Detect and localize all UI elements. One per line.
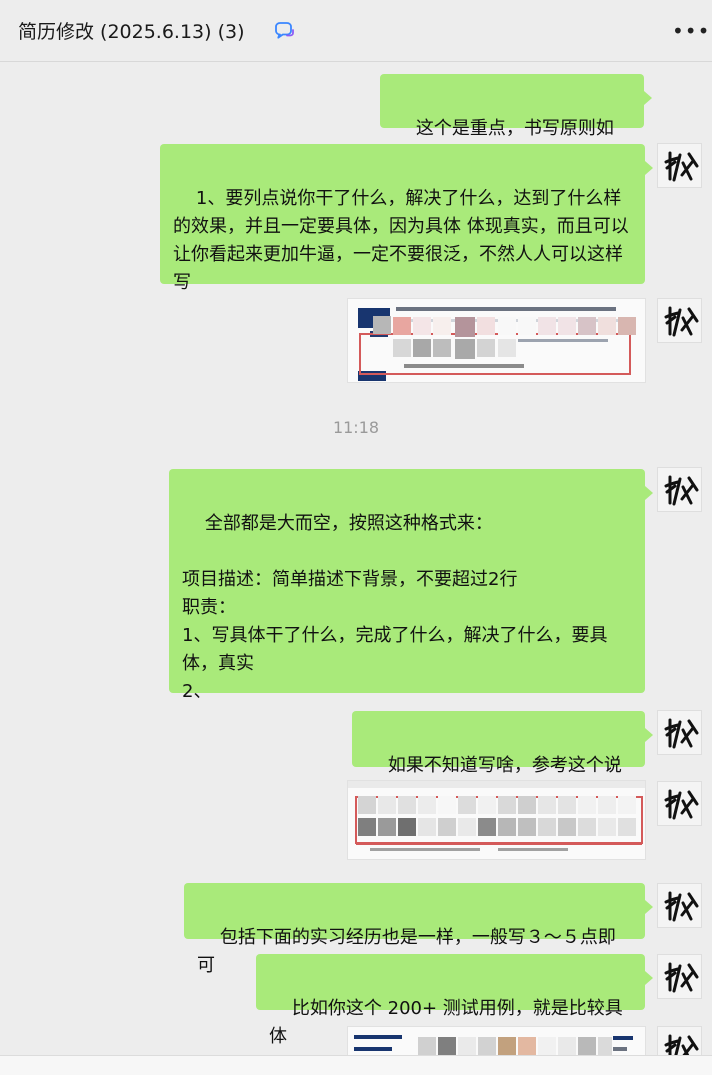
message-bubble[interactable]: 如果不知道写啥，参考这个说明 (352, 711, 653, 804)
chat-title: 简历修改 (2025.6.13) (3) (18, 18, 245, 46)
sender-avatar[interactable] (657, 883, 702, 928)
sender-avatar[interactable] (657, 781, 702, 826)
sender-avatar[interactable] (657, 467, 702, 512)
chat-title-bar: 简历修改 (2025.6.13) (3) ••• (0, 0, 712, 62)
sender-avatar[interactable] (657, 298, 702, 343)
sender-avatar[interactable] (657, 710, 702, 755)
chat-message-area[interactable]: 这个是重点，书写原则如下： 1、要列点说你干了什么，解决了什么，达到了什么样的效… (0, 62, 712, 1055)
message-text: 1、要列点说你干了什么，解决了什么，达到了什么样的效果，并且一定要具体，因为具体… (173, 188, 629, 293)
image-thumbnail[interactable] (347, 780, 646, 860)
image-thumbnail[interactable] (347, 298, 646, 383)
chat-bubble-icon[interactable] (272, 20, 296, 44)
message-text: 全部都是大而空，按照这种格式来： 项目描述：简单描述下背景，不要超过2行 职责：… (182, 513, 608, 702)
sender-avatar[interactable] (657, 954, 702, 999)
message-bubble[interactable]: 这个是重点，书写原则如下： (380, 74, 652, 167)
sender-avatar[interactable] (657, 1026, 702, 1055)
input-area-edge (0, 1055, 712, 1075)
message-bubble[interactable]: 1、要列点说你干了什么，解决了什么，达到了什么样的效果，并且一定要具体，因为具体… (160, 144, 653, 293)
message-bubble[interactable]: 包括下面的实习经历也是一样，一般写３～５点即可 (184, 883, 653, 976)
chat-member-count: (3) (217, 21, 245, 43)
message-bubble[interactable]: 比如你这个 200+ 测试用例，就是比较具体 (256, 954, 653, 1047)
more-horizontal-icon[interactable]: ••• (672, 21, 709, 41)
chat-title-text: 简历修改 (2025.6.13) (18, 21, 212, 43)
message-bubble[interactable]: 全部都是大而空，按照这种格式来： 项目描述：简单描述下背景，不要超过2行 职责：… (169, 469, 653, 702)
image-thumbnail[interactable] (347, 1026, 646, 1055)
message-timestamp: 11:18 (332, 418, 380, 437)
sender-avatar[interactable] (657, 143, 702, 188)
